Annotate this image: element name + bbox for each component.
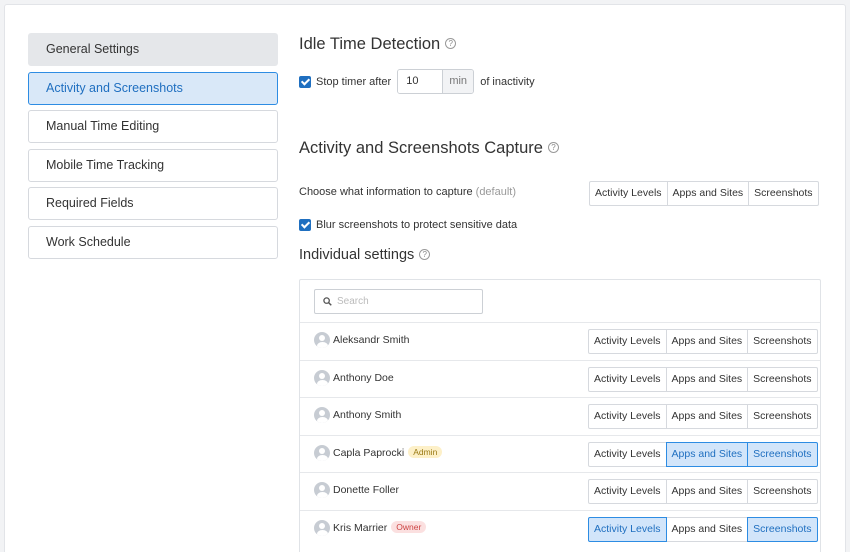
user-name-cell: Anthony Smith xyxy=(333,409,401,421)
table-row: Anthony Doe Activity Levels Apps and Sites… xyxy=(300,359,820,398)
search-input[interactable]: Search xyxy=(314,289,483,314)
user-capture-options: Activity Levels Apps and Sites Screenshots xyxy=(588,404,818,429)
option-screenshots[interactable]: Screenshots xyxy=(747,366,818,392)
option-screenshots[interactable]: Screenshots xyxy=(748,181,819,206)
option-apps-and-sites[interactable]: Apps and Sites xyxy=(665,441,749,467)
user-name: Anthony Doe xyxy=(333,371,394,384)
idle-minutes-input[interactable]: 10 min xyxy=(397,69,475,94)
user-name: Anthony Smith xyxy=(333,409,402,421)
option-screenshots[interactable]: Screenshots xyxy=(747,479,818,504)
capture-choose-label: Choose what information to capture xyxy=(299,186,473,198)
avatar xyxy=(314,407,330,423)
sidebar-item-required-fields[interactable]: Required Fields xyxy=(28,187,278,221)
user-name: Donette Foller xyxy=(333,484,399,496)
idle-minutes-unit: min xyxy=(442,70,474,93)
sidebar-item-mobile-time-tracking[interactable]: Mobile Time Tracking xyxy=(28,148,278,182)
table-row: Kris Marrier Owner Activity Levels Apps and… xyxy=(300,509,820,548)
user-name-cell: Capla Paprocki Admin xyxy=(333,445,443,459)
option-apps-and-sites[interactable]: Apps and Sites xyxy=(665,479,749,504)
blur-row: Blur screenshots to protect sensitive da… xyxy=(299,219,517,231)
user-name: Capla Paprocki xyxy=(333,446,405,459)
user-capture-options: Activity Levels Apps and Sites Screenshots xyxy=(588,516,818,542)
capture-heading: Activity and Screenshots Capture? xyxy=(299,139,559,158)
idle-time-heading: Idle Time Detection? xyxy=(299,35,457,54)
help-icon[interactable]: ? xyxy=(547,142,559,154)
capture-title: Activity and Screenshots Capture xyxy=(299,139,543,157)
default-hint: (default) xyxy=(475,186,517,198)
user-name: Aleksandr Smith xyxy=(333,334,410,346)
option-screenshots[interactable]: Screenshots xyxy=(747,404,818,429)
table-row: Capla Paprocki Admin Activity Levels Apps a… xyxy=(300,434,820,473)
search-placeholder: Search xyxy=(337,296,369,307)
blur-label: Blur screenshots to protect sensitive da… xyxy=(316,219,518,231)
option-apps-and-sites[interactable]: Apps and Sites xyxy=(665,516,749,542)
capture-choose-row: Choose what information to capture (defa… xyxy=(299,186,516,198)
idle-stop-row: Stop timer after 10 min of inactivity xyxy=(299,69,535,94)
table-row: Aleksandr Smith Activity Levels Apps and S… xyxy=(300,322,820,360)
option-activity-levels[interactable]: Activity Levels xyxy=(588,329,667,354)
individual-settings-heading: Individual settings? xyxy=(299,247,431,263)
avatar xyxy=(314,482,330,498)
owner-badge: Owner xyxy=(391,520,427,533)
option-activity-levels[interactable]: Activity Levels xyxy=(588,479,667,504)
option-activity-levels[interactable]: Activity Levels xyxy=(589,181,668,206)
option-apps-and-sites[interactable]: Apps and Sites xyxy=(665,329,749,354)
user-capture-options: Activity Levels Apps and Sites Screenshots xyxy=(588,479,818,504)
avatar xyxy=(314,369,330,386)
user-name-cell: Anthony Doe xyxy=(333,372,394,384)
option-apps-and-sites[interactable]: Apps and Sites xyxy=(665,404,749,429)
inactivity-label: of inactivity xyxy=(480,75,535,88)
option-screenshots[interactable]: Screenshots xyxy=(747,441,818,467)
option-activity-levels[interactable]: Activity Levels xyxy=(588,441,667,467)
default-capture-options: Activity Levels Apps and Sites Screensho… xyxy=(589,181,819,206)
user-name-cell: Donette Foller xyxy=(333,484,399,496)
stop-timer-checkbox[interactable] xyxy=(299,75,311,88)
option-screenshots[interactable]: Screenshots xyxy=(747,329,818,354)
option-activity-levels[interactable]: Activity Levels xyxy=(588,516,667,542)
table-row: Donette Foller Activity Levels Apps and Si… xyxy=(300,472,820,510)
stop-timer-label: Stop timer after xyxy=(316,75,392,88)
idle-minutes-value: 10 xyxy=(398,70,443,93)
avatar xyxy=(314,519,330,536)
option-screenshots[interactable]: Screenshots xyxy=(747,516,818,542)
option-activity-levels[interactable]: Activity Levels xyxy=(588,366,667,392)
help-icon[interactable]: ? xyxy=(445,38,457,50)
user-capture-options: Activity Levels Apps and Sites Screenshots xyxy=(588,441,818,467)
blur-checkbox[interactable] xyxy=(299,219,311,231)
option-activity-levels[interactable]: Activity Levels xyxy=(588,404,667,429)
sidebar-item-manual-time-editing[interactable]: Manual Time Editing xyxy=(28,110,278,144)
avatar xyxy=(314,444,330,461)
settings-sidebar: General Settings Activity and Screenshot… xyxy=(28,33,278,265)
sidebar-item-activity-and-screenshots[interactable]: Activity and Screenshots xyxy=(28,71,278,105)
user-capture-options: Activity Levels Apps and Sites Screenshots xyxy=(588,329,818,354)
option-apps-and-sites[interactable]: Apps and Sites xyxy=(665,366,749,392)
sidebar-item-work-schedule[interactable]: Work Schedule xyxy=(28,225,278,259)
help-icon[interactable]: ? xyxy=(419,248,431,260)
avatar xyxy=(314,332,330,348)
individual-settings-panel: Search Aleksandr Smith Activity Levels App… xyxy=(299,279,821,552)
admin-badge: Admin xyxy=(408,445,443,458)
user-name: Kris Marrier xyxy=(333,521,388,534)
search-icon xyxy=(323,297,332,306)
table-row: Anthony Smith Activity Levels Apps and Sit… xyxy=(300,397,820,435)
user-name-cell: Aleksandr Smith xyxy=(333,334,409,346)
individual-settings-title: Individual settings xyxy=(299,247,415,263)
user-capture-options: Activity Levels Apps and Sites Screenshots xyxy=(588,366,818,392)
sidebar-item-general-settings[interactable]: General Settings xyxy=(28,33,278,66)
idle-time-title: Idle Time Detection xyxy=(299,35,441,53)
user-name-cell: Kris Marrier Owner xyxy=(333,520,427,534)
option-apps-and-sites[interactable]: Apps and Sites xyxy=(666,181,750,206)
